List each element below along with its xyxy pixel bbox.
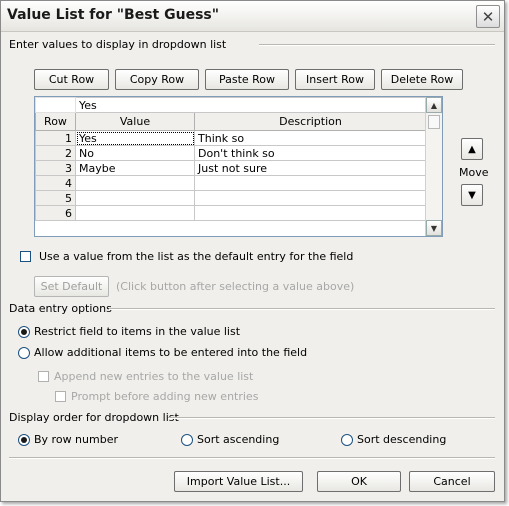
append-label: Append new entries to the value list [54, 370, 254, 383]
description-cell[interactable] [194, 175, 427, 191]
description-cell[interactable] [194, 190, 427, 206]
display-order-divider [168, 417, 495, 419]
table-row[interactable]: 2 No Don't think so [35, 145, 427, 161]
restrict-label: Restrict field to items in the value lis… [34, 325, 241, 338]
prompt-label: Prompt before adding new entries [71, 390, 259, 403]
import-value-list-button[interactable]: Import Value List... [174, 471, 303, 492]
row-number: 4 [35, 175, 76, 191]
by-row-label: By row number [34, 433, 118, 446]
default-entry-checkbox[interactable] [20, 251, 31, 262]
sort-descending-label: Sort descending [357, 433, 447, 446]
restrict-radio[interactable] [18, 326, 30, 338]
value-cell[interactable]: No [75, 145, 195, 161]
table-row[interactable]: 5 [35, 190, 427, 206]
value-cell[interactable] [75, 175, 195, 191]
data-entry-divider [109, 308, 495, 310]
sort-ascending-label: Sort ascending [197, 433, 280, 446]
ok-button[interactable]: OK [317, 471, 401, 492]
allow-label: Allow additional items to be entered int… [34, 346, 308, 359]
description-cell[interactable] [194, 205, 427, 221]
row-number: 6 [35, 205, 76, 221]
allow-radio[interactable] [18, 347, 30, 359]
grid-edit-line[interactable]: Yes [75, 97, 427, 113]
sort-descending-radio[interactable] [341, 434, 353, 446]
close-icon[interactable]: ✕ [476, 5, 500, 28]
cut-row-button[interactable]: Cut Row [34, 69, 109, 90]
dialog-title: Value List for "Best Guess" [7, 7, 220, 23]
row-number: 2 [35, 145, 76, 161]
data-entry-group-label: Data entry options [9, 302, 112, 315]
by-row-radio[interactable] [18, 434, 30, 446]
move-label: Move [459, 166, 489, 179]
append-checkbox[interactable] [38, 371, 49, 382]
scroll-thumb[interactable] [428, 115, 440, 129]
move-down-icon[interactable]: ▼ [461, 184, 483, 206]
value-cell[interactable] [75, 190, 195, 206]
value-cell[interactable]: Yes [75, 130, 195, 146]
column-header-row: Row [35, 112, 76, 131]
paste-row-button[interactable]: Paste Row [205, 69, 289, 90]
prompt-checkbox[interactable] [55, 391, 66, 402]
table-row[interactable]: 3 Maybe Just not sure [35, 160, 427, 176]
description-cell[interactable]: Just not sure [194, 160, 427, 176]
table-row[interactable]: 6 [35, 205, 427, 221]
footer-divider [9, 457, 495, 459]
row-number: 5 [35, 190, 76, 206]
column-header-value[interactable]: Value [75, 112, 195, 131]
move-up-icon[interactable]: ▲ [461, 138, 483, 160]
delete-row-button[interactable]: Delete Row [381, 69, 463, 90]
set-default-button[interactable]: Set Default [34, 276, 109, 297]
title-bar[interactable]: Value List for "Best Guess" ✕ [1, 1, 504, 32]
copy-row-button[interactable]: Copy Row [115, 69, 199, 90]
display-order-group-label: Display order for dropdown list [9, 411, 179, 424]
set-default-hint: (Click button after selecting a value ab… [116, 280, 355, 293]
default-entry-label: Use a value from the list as the default… [39, 250, 354, 263]
scroll-down-icon[interactable]: ▼ [426, 220, 442, 236]
table-row[interactable]: 1 Yes Think so [35, 130, 427, 146]
value-list-dialog: Value List for "Best Guess" ✕ Enter valu… [0, 0, 505, 502]
scroll-up-icon[interactable]: ▲ [426, 97, 442, 113]
values-group-divider [259, 44, 495, 46]
values-group-label: Enter values to display in dropdown list [9, 38, 227, 51]
insert-row-button[interactable]: Insert Row [295, 69, 375, 90]
row-number: 1 [35, 130, 76, 146]
description-cell[interactable]: Think so [194, 130, 427, 146]
row-number: 3 [35, 160, 76, 176]
description-cell[interactable]: Don't think so [194, 145, 427, 161]
value-cell[interactable] [75, 205, 195, 221]
cancel-button[interactable]: Cancel [409, 471, 495, 492]
value-grid[interactable]: Yes Row Value Description 1 Yes Think so… [34, 96, 443, 237]
column-header-description[interactable]: Description [194, 112, 427, 131]
table-row[interactable]: 4 [35, 175, 427, 191]
value-cell[interactable]: Maybe [75, 160, 195, 176]
grid-scrollbar[interactable]: ▲ ▼ [425, 97, 442, 236]
sort-ascending-radio[interactable] [181, 434, 193, 446]
